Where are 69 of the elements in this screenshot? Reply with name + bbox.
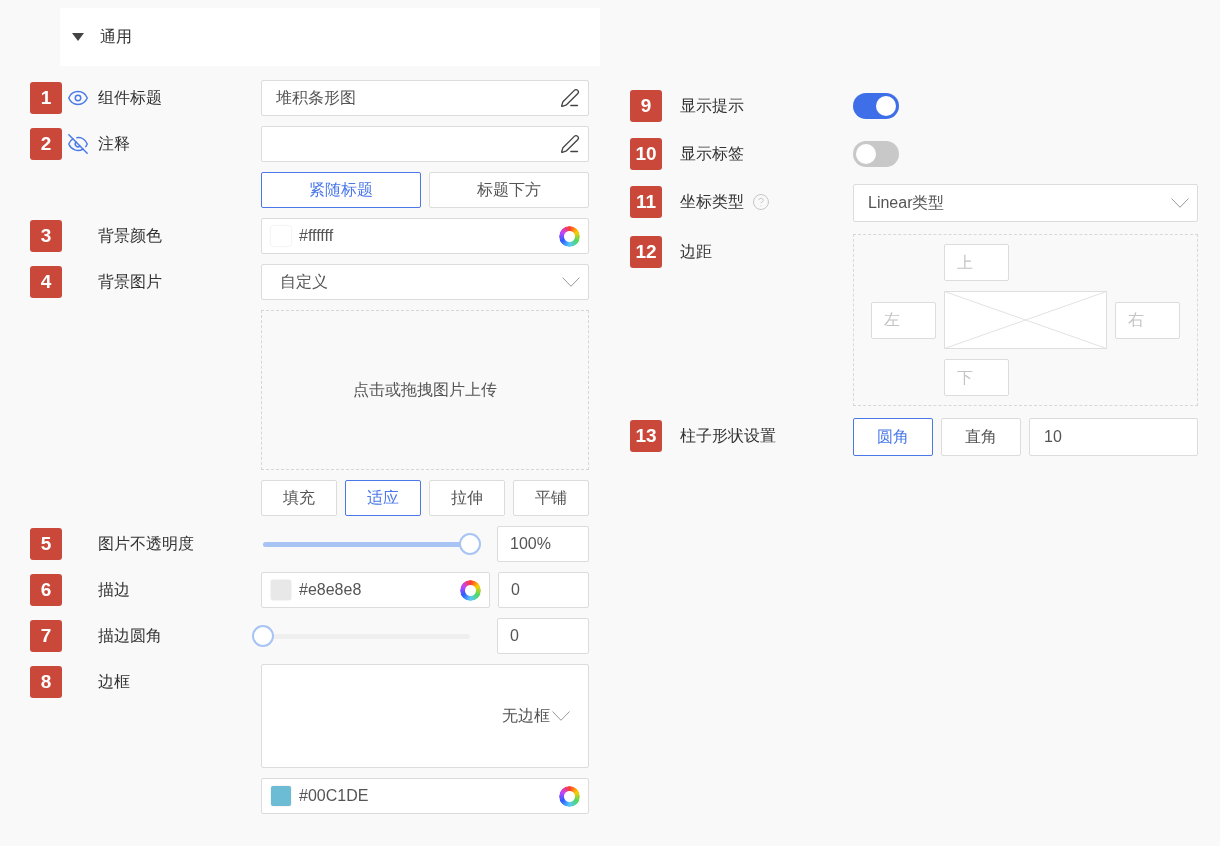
chevron-down-icon xyxy=(562,277,580,287)
fit-option[interactable]: 适应 xyxy=(345,480,421,516)
section-title: 通用 xyxy=(100,26,132,47)
upload-area[interactable]: 点击或拖拽图片上传 xyxy=(261,310,589,470)
field-label: 图片不透明度 xyxy=(98,534,194,554)
color-wheel-icon[interactable] xyxy=(559,785,580,807)
section-header[interactable]: 通用 xyxy=(60,8,600,66)
margin-field[interactable]: 右 xyxy=(1115,301,1180,339)
field-label: 组件标题 xyxy=(98,88,162,108)
color-wheel-icon[interactable] xyxy=(460,579,481,601)
number-badge: 9 xyxy=(630,90,662,122)
color-field[interactable]: #00C1DE xyxy=(261,778,589,814)
slider-thumb[interactable] xyxy=(459,533,481,555)
radius-field[interactable]: 10 xyxy=(1029,418,1198,456)
number-badge: 2 xyxy=(30,128,62,160)
select-field[interactable]: 自定义 xyxy=(261,264,589,300)
upload-hint: 点击或拖拽图片上传 xyxy=(353,379,497,400)
pencil-icon[interactable] xyxy=(560,88,580,108)
number-badge: 7 xyxy=(30,620,62,652)
field-label: 坐标类型 xyxy=(680,192,744,212)
margin-field[interactable]: 左 xyxy=(871,301,936,339)
number-badge: 3 xyxy=(30,220,62,252)
color-swatch[interactable] xyxy=(271,786,291,806)
field-label: 柱子形状设置 xyxy=(680,426,776,446)
value-field[interactable]: 0 xyxy=(497,618,589,654)
number-badge: 4 xyxy=(30,266,62,298)
color-field[interactable]: #ffffff xyxy=(261,218,589,254)
field-label: 背景颜色 xyxy=(98,226,162,246)
width-field[interactable]: 0 xyxy=(498,572,589,608)
field-label: 注释 xyxy=(98,134,130,154)
position-option[interactable]: 标题下方 xyxy=(429,172,589,208)
number-badge: 8 xyxy=(30,666,62,698)
chevron-down-icon xyxy=(1171,198,1189,208)
field-label: 描边 xyxy=(98,580,130,600)
fit-option[interactable]: 平铺 xyxy=(513,480,589,516)
select-field[interactable]: Linear类型 xyxy=(853,184,1198,222)
help-icon[interactable] xyxy=(752,193,770,211)
value-field[interactable]: 100% xyxy=(497,526,589,562)
fit-option[interactable]: 填充 xyxy=(261,480,337,516)
position-option[interactable]: 紧随标题 xyxy=(261,172,421,208)
number-badge: 1 xyxy=(30,82,62,114)
shape-option[interactable]: 圆角 xyxy=(853,418,933,456)
slider-thumb[interactable] xyxy=(252,625,274,647)
shape-option[interactable]: 直角 xyxy=(941,418,1021,456)
color-field[interactable]: #e8e8e8 xyxy=(261,572,490,608)
number-badge: 6 xyxy=(30,574,62,606)
number-badge: 10 xyxy=(630,138,662,170)
color-wheel-icon[interactable] xyxy=(559,225,580,247)
fit-option[interactable]: 拉伸 xyxy=(429,480,505,516)
text-field[interactable] xyxy=(261,126,589,162)
number-badge: 5 xyxy=(30,528,62,560)
field-label: 显示标签 xyxy=(680,144,744,164)
field-label: 边框 xyxy=(98,672,130,692)
border-select[interactable]: 无边框 xyxy=(261,664,589,768)
toggle-switch[interactable] xyxy=(853,93,899,119)
field-label: 边距 xyxy=(680,242,712,262)
number-badge: 13 xyxy=(630,420,662,452)
caret-icon[interactable] xyxy=(72,33,84,41)
field-label: 描边圆角 xyxy=(98,626,162,646)
field-label: 背景图片 xyxy=(98,272,162,292)
eye-off-icon[interactable] xyxy=(67,133,89,155)
number-badge: 12 xyxy=(630,236,662,268)
text-field[interactable]: 堆积条形图 xyxy=(261,80,589,116)
pencil-icon[interactable] xyxy=(560,134,580,154)
toggle-switch[interactable] xyxy=(853,141,899,167)
margin-field[interactable]: 下 xyxy=(944,359,1009,396)
field-label: 显示提示 xyxy=(680,96,744,116)
number-badge: 11 xyxy=(630,186,662,218)
chevron-down-icon xyxy=(552,711,570,721)
